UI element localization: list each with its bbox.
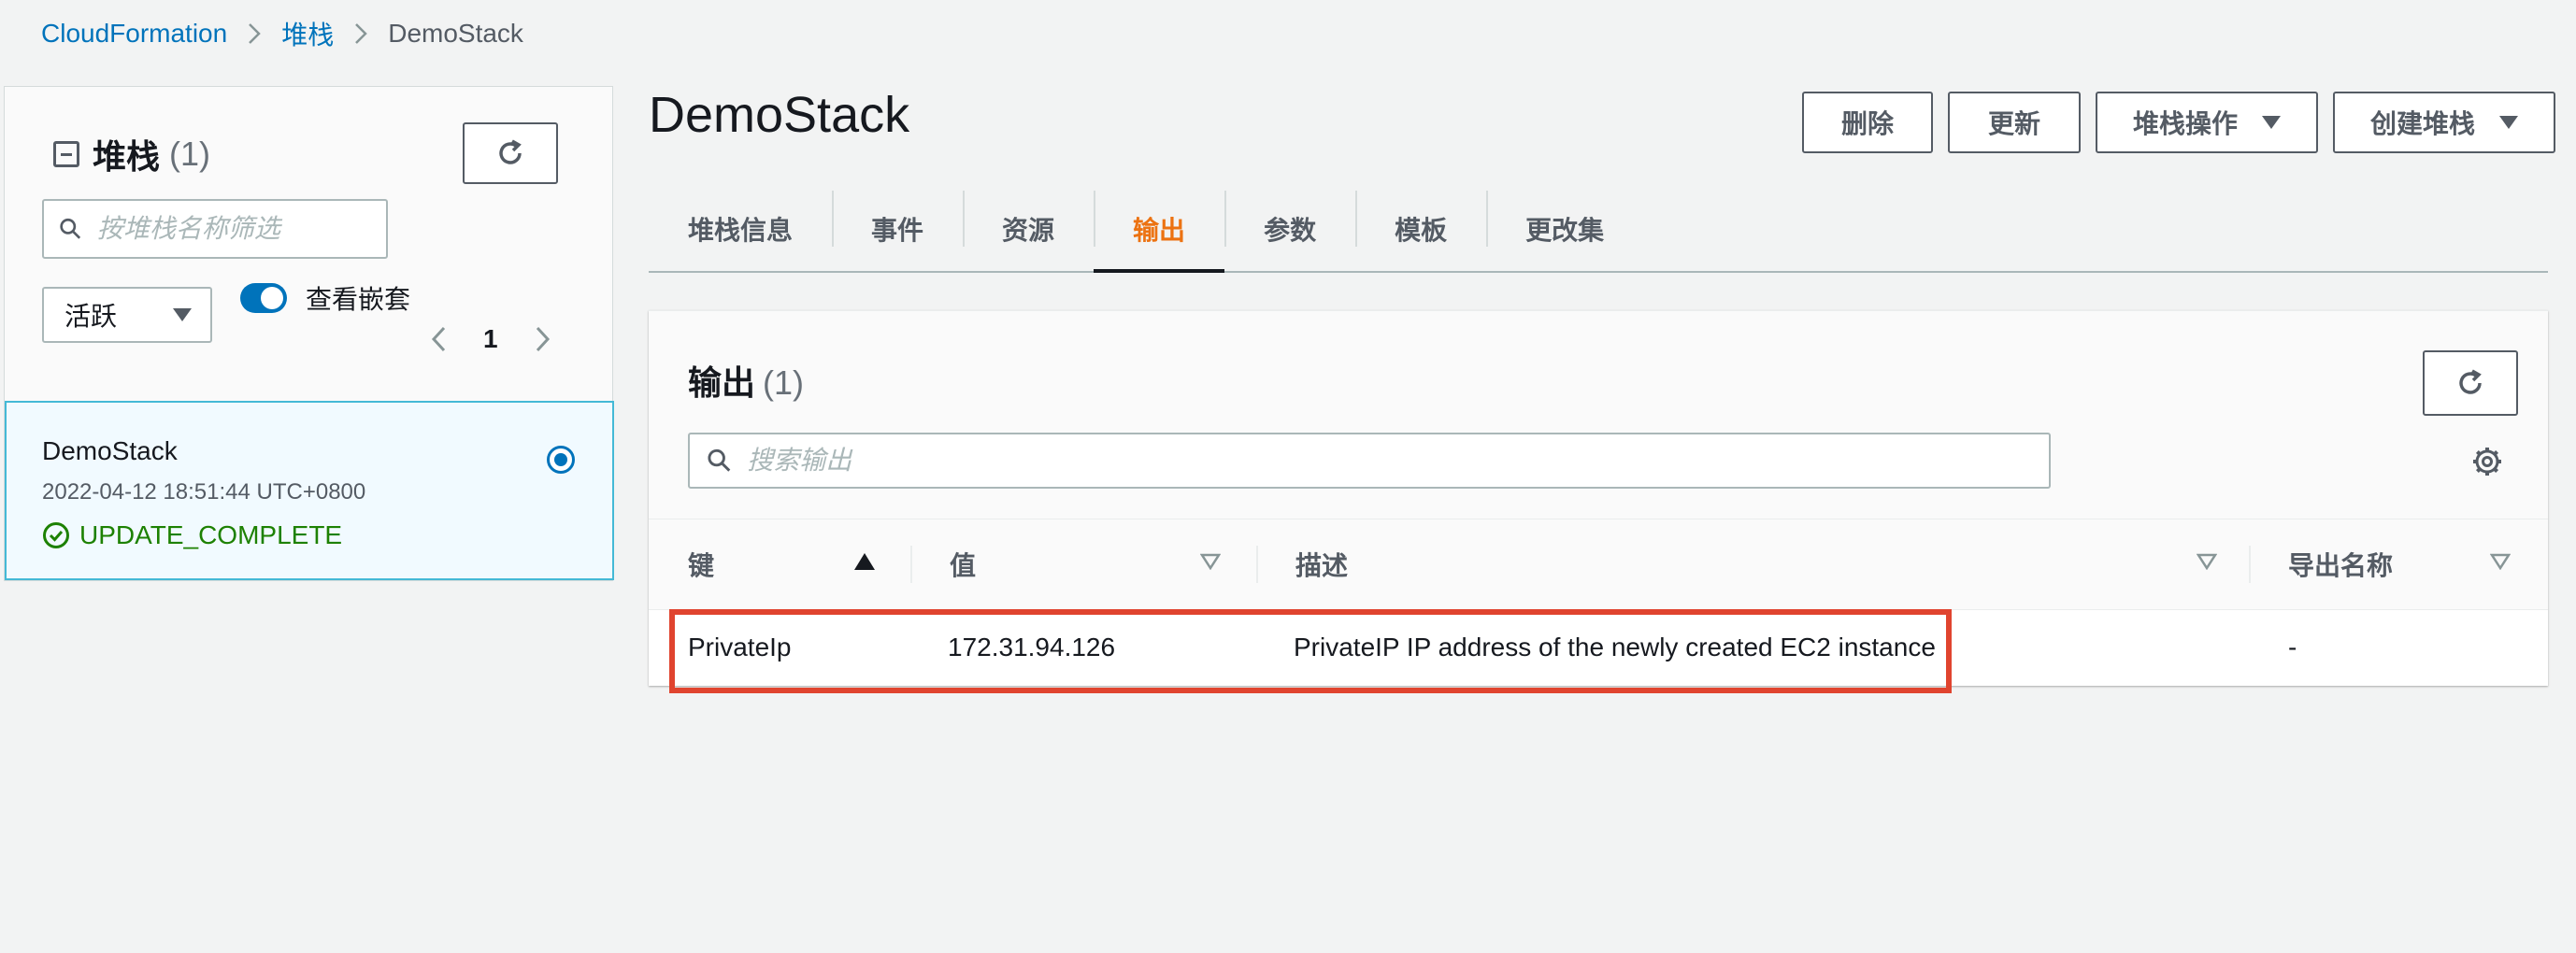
stack-detail-tabs: 堆栈信息 事件 资源 输出 参数 模板 更改集 [649, 187, 2548, 273]
refresh-icon [499, 139, 522, 164]
outputs-title-label: 输出 [688, 363, 756, 402]
caret-down-icon [2262, 116, 2281, 129]
column-header-key[interactable]: 键 [688, 519, 714, 609]
sort-icon[interactable] [2490, 553, 2511, 570]
cell-key: PrivateIp [688, 633, 792, 661]
pagination: 1 [431, 324, 551, 354]
breadcrumb: CloudFormation 堆栈 DemoStack [41, 17, 523, 50]
outputs-title: 输出 (1) [688, 356, 804, 405]
tab-parameters[interactable]: 参数 [1224, 187, 1355, 271]
column-header-value[interactable]: 值 [950, 519, 976, 609]
nested-toggle-wrapper: 查看嵌套 [240, 279, 410, 317]
breadcrumb-stacks-link[interactable]: 堆栈 [281, 15, 334, 52]
cell-description: PrivateIP IP address of the newly create… [1294, 633, 1936, 661]
stack-radio-selected[interactable] [547, 446, 575, 474]
chevron-left-icon[interactable] [431, 326, 446, 352]
page-title: DemoStack [649, 87, 910, 143]
column-divider [910, 546, 912, 583]
tab-change-sets[interactable]: 更改集 [1486, 187, 1643, 271]
stacks-title-label: 堆栈 [93, 137, 161, 176]
chevron-right-icon [354, 22, 367, 45]
outputs-search-field[interactable] [688, 433, 2051, 489]
refresh-icon [2459, 369, 2482, 394]
column-divider [2249, 546, 2251, 583]
chevron-right-icon [248, 22, 261, 45]
tab-outputs[interactable]: 输出 [1094, 187, 1225, 273]
check-circle-icon [43, 522, 69, 548]
column-header-export-name[interactable]: 导出名称 [2288, 519, 2393, 609]
stacks-panel: 堆栈 (1) 活跃 查看嵌套 1 DemoStack 2022-04-12 18… [4, 86, 614, 581]
tab-template[interactable]: 模板 [1355, 187, 1486, 271]
outputs-panel: 输出(1) 键 值 [649, 310, 2548, 686]
outputs-count: (1) [763, 363, 805, 402]
chevron-right-icon[interactable] [536, 326, 551, 352]
update-button[interactable]: 更新 [1948, 92, 2081, 153]
stack-status-text: UPDATE_COMPLETE [79, 520, 343, 549]
cell-value: 172.31.94.126 [948, 633, 1116, 661]
cell-export-name: - [2288, 633, 2297, 661]
stacks-refresh-button[interactable] [463, 122, 558, 184]
stack-list-item[interactable]: DemoStack 2022-04-12 18:51:44 UTC+0800 U… [5, 401, 614, 580]
delete-button-label: 删除 [1840, 109, 1894, 138]
delete-button[interactable]: 删除 [1802, 92, 1933, 153]
sort-ascending-icon[interactable] [854, 553, 875, 570]
outputs-refresh-button[interactable] [2423, 350, 2518, 416]
view-nested-toggle[interactable] [240, 283, 287, 313]
tab-events[interactable]: 事件 [832, 187, 963, 271]
stack-actions-button[interactable]: 堆栈操作 [2096, 92, 2318, 153]
table-row: PrivateIp 172.31.94.126 PrivateIP IP add… [649, 610, 2548, 685]
stack-timestamp: 2022-04-12 18:51:44 UTC+0800 [42, 479, 366, 505]
collapse-icon[interactable] [53, 141, 79, 167]
status-filter-value: 活跃 [64, 302, 118, 331]
outputs-header: 输出 (1) [649, 311, 2548, 519]
breadcrumb-current: DemoStack [388, 19, 523, 48]
column-divider [1256, 546, 1258, 583]
update-button-label: 更新 [1987, 109, 2040, 138]
page-number[interactable]: 1 [483, 324, 498, 354]
tab-resources[interactable]: 资源 [963, 187, 1094, 271]
breadcrumb-cloudformation-link[interactable]: CloudFormation [41, 19, 227, 49]
stack-status: UPDATE_COMPLETE [42, 520, 342, 550]
tab-stack-info[interactable]: 堆栈信息 [649, 187, 832, 271]
stack-filter-field[interactable] [42, 199, 388, 259]
caret-down-icon [173, 308, 192, 321]
stack-name: DemoStack [42, 436, 178, 465]
outputs-search-input[interactable] [745, 445, 2049, 476]
stacks-panel-title: 堆栈 (1) [53, 130, 210, 178]
search-icon [60, 218, 81, 239]
view-nested-label: 查看嵌套 [306, 285, 411, 314]
sort-icon[interactable] [1200, 553, 1221, 570]
stacks-count: (1) [169, 135, 211, 173]
sort-icon[interactable] [2197, 553, 2217, 570]
status-filter-select[interactable]: 活跃 [42, 287, 212, 343]
search-icon [708, 448, 731, 472]
caret-down-icon [2499, 116, 2518, 129]
outputs-table-header: 键 值 描述 导出名称 [649, 519, 2548, 610]
column-header-description[interactable]: 描述 [1295, 519, 1348, 609]
stack-filter-input[interactable] [94, 213, 386, 245]
gear-icon[interactable] [2471, 446, 2503, 477]
create-stack-button[interactable]: 创建堆栈 [2333, 92, 2555, 153]
create-stack-label: 创建堆栈 [2369, 109, 2475, 138]
stack-actions-label: 堆栈操作 [2132, 109, 2238, 138]
